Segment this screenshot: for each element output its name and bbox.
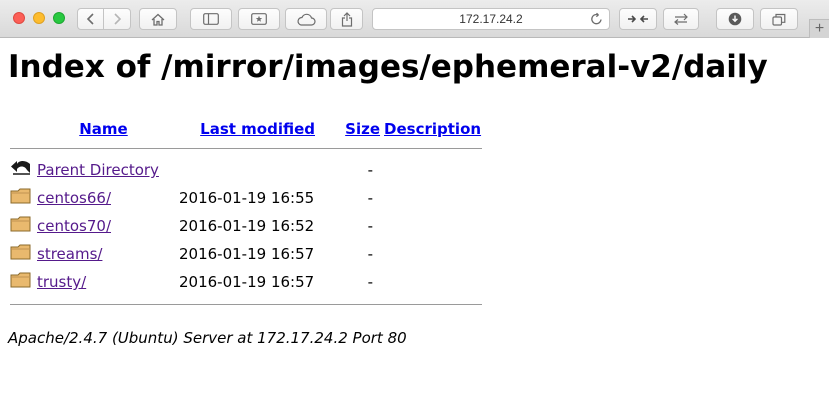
row-name-cell: Parent Directory (36, 157, 171, 183)
name-column-header: Name (36, 119, 171, 139)
new-tab-button[interactable]: + (809, 19, 829, 38)
download-icon (728, 12, 742, 26)
row-size-cell: - (367, 217, 374, 235)
bookmarks-button[interactable] (238, 8, 280, 30)
close-window-button[interactable] (13, 12, 25, 24)
row-description-cell (383, 157, 482, 183)
reload-icon[interactable] (590, 12, 603, 26)
tabs-icon (772, 13, 786, 26)
address-bar[interactable]: 172.17.24.2 (372, 8, 610, 30)
sort-by-modified-link[interactable]: Last modified (200, 120, 315, 138)
header-divider (10, 141, 483, 155)
plus-icon: + (814, 20, 825, 37)
file-link[interactable]: centos66/ (37, 189, 111, 207)
folder-icon (10, 188, 31, 204)
file-link[interactable]: centos70/ (37, 217, 111, 235)
row-size-cell: - (367, 273, 374, 291)
page-title: Index of /mirror/images/ephemeral-v2/dai… (8, 49, 768, 85)
table-row: Parent Directory - (10, 157, 482, 183)
footer-divider (10, 297, 483, 311)
row-modified-cell: 2016-01-19 16:55 (179, 189, 315, 207)
description-column-header: Description (383, 119, 482, 139)
row-size-cell: - (367, 189, 374, 207)
row-modified-cell: 2016-01-19 16:52 (179, 217, 315, 235)
home-icon (151, 13, 165, 26)
row-description-cell (383, 213, 482, 239)
sort-by-description-link[interactable]: Description (384, 120, 481, 138)
table-header-row: Name Last modified Size Description (10, 119, 482, 139)
divider (10, 303, 483, 305)
back-button[interactable] (77, 8, 104, 30)
share-icon (341, 11, 352, 27)
folder-icon (10, 244, 31, 260)
chevron-left-icon (86, 13, 94, 25)
file-link[interactable]: trusty/ (37, 273, 86, 291)
row-size-cell: - (367, 161, 374, 179)
cloud-icon (297, 13, 316, 26)
row-icon-cell (10, 213, 34, 239)
row-name-cell: centos70/ (36, 213, 171, 239)
row-size-cell: - (367, 245, 374, 263)
row-name-cell: trusty/ (36, 269, 171, 295)
tabs-overview-button[interactable] (760, 8, 798, 30)
sync-button[interactable] (663, 8, 699, 30)
icon-column-header (10, 119, 34, 139)
row-name-cell: centos66/ (36, 185, 171, 211)
zoom-window-button[interactable] (53, 12, 65, 24)
row-name-cell: streams/ (36, 241, 171, 267)
table-row: trusty/ 2016-01-19 16:57 - (10, 269, 482, 295)
chevron-right-icon (114, 13, 122, 25)
back-icon (11, 161, 30, 175)
row-modified-cell (173, 157, 342, 183)
sidebar-icon (203, 13, 219, 25)
row-icon-cell (10, 185, 34, 211)
row-icon-cell (10, 269, 34, 295)
file-link[interactable]: streams/ (37, 245, 102, 263)
connect-arrows-icon (628, 15, 648, 23)
row-icon-cell (10, 241, 34, 267)
extension-button[interactable] (619, 8, 657, 30)
row-description-cell (383, 185, 482, 211)
size-column-header: Size (344, 119, 381, 139)
sort-by-size-link[interactable]: Size (345, 120, 380, 138)
divider (10, 147, 483, 149)
row-description-cell (383, 269, 482, 295)
row-icon-cell (10, 157, 34, 183)
star-icon (251, 13, 267, 25)
sort-by-name-link[interactable]: Name (79, 120, 127, 138)
file-link[interactable]: Parent Directory (37, 161, 159, 179)
table-row: centos70/ 2016-01-19 16:52 - (10, 213, 482, 239)
home-button[interactable] (139, 8, 177, 30)
forward-button[interactable] (104, 8, 131, 30)
downloads-button[interactable] (716, 8, 754, 30)
address-text: 172.17.24.2 (459, 12, 523, 26)
folder-icon (10, 272, 31, 288)
server-signature: Apache/2.4.7 (Ubuntu) Server at 172.17.2… (8, 329, 407, 347)
table-row: centos66/ 2016-01-19 16:55 - (10, 185, 482, 211)
row-modified-cell: 2016-01-19 16:57 (179, 245, 315, 263)
browser-toolbar: 172.17.24.2 + (0, 0, 829, 38)
swap-arrows-icon (674, 13, 688, 25)
table-row: streams/ 2016-01-19 16:57 - (10, 241, 482, 267)
icloud-tabs-button[interactable] (285, 8, 327, 30)
folder-icon (10, 216, 31, 232)
sidebar-button[interactable] (190, 8, 232, 30)
share-button[interactable] (330, 8, 363, 30)
directory-listing: Name Last modified Size Description Pare… (8, 117, 484, 313)
minimize-window-button[interactable] (33, 12, 45, 24)
last-modified-column-header: Last modified (173, 119, 342, 139)
row-description-cell (383, 241, 482, 267)
row-modified-cell: 2016-01-19 16:57 (179, 273, 315, 291)
